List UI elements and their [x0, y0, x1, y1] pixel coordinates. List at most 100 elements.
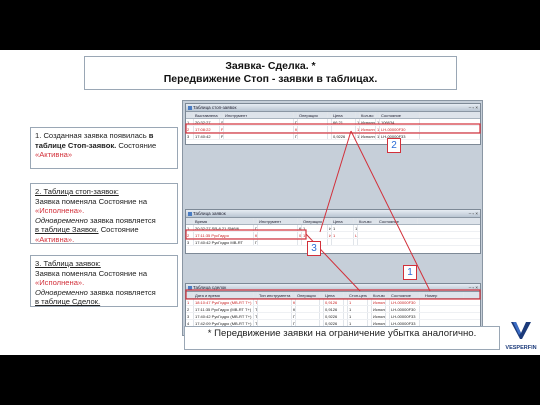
table-cell: 1 — [348, 306, 368, 312]
table-cell — [258, 225, 298, 231]
footnote: * Передвижение заявки на ограничение убы… — [184, 326, 500, 350]
table-row[interactable]: 317:40:42 РусГидро MB-RTПродажа — [186, 239, 480, 246]
stop-orders-window: Таблица стоп-заявок – ▫ × Выставлена (вр… — [185, 103, 481, 145]
column-header[interactable]: Дата и время — [194, 292, 254, 298]
column-header[interactable] — [186, 218, 194, 224]
table-row[interactable]: 217:11:35 РусГидро (MB-RT Т+)Т+ Акции и … — [186, 306, 480, 313]
column-header[interactable]: Инструмент — [224, 112, 294, 118]
note-2-heading: 2. Таблица стоп-заявок: — [35, 187, 119, 196]
column-header[interactable]: Номер — [424, 292, 464, 298]
table-cell: 3 — [186, 313, 194, 319]
trades-header: Дата и время Тип инструмента Операция Цена С… — [186, 292, 480, 299]
column-header[interactable] — [186, 112, 194, 118]
table-cell: 106634 — [355, 225, 358, 231]
table-cell: 3 — [186, 133, 194, 139]
note-2-status2: «Активна». — [35, 234, 75, 244]
logo-brand-text: VESPERFIN — [505, 345, 537, 351]
column-header[interactable]: Состояние — [390, 292, 420, 298]
note-step-1: 1. Созданная заявка появилась в таблице … — [30, 127, 178, 169]
table-cell: 1 — [332, 225, 354, 231]
stop-orders-header: Выставлена (время) Инструмент Операция Цена… — [186, 112, 480, 119]
table-cell: 2 — [186, 306, 194, 312]
table-cell: 20:32:27 — [194, 119, 220, 125]
note-3-heading: 3. Таблица заявок: — [35, 259, 101, 268]
column-header[interactable]: Время — [194, 218, 254, 224]
table-cell — [298, 119, 328, 125]
column-header[interactable]: Состояние — [380, 112, 420, 118]
note-2-status: «Исполнена». — [35, 206, 85, 216]
table-row[interactable]: 217:08:22РусГидро (MB-RT Т+ Акции и ДР)К… — [186, 126, 480, 133]
table-cell: 1 — [302, 232, 328, 238]
column-header[interactable]: Состояние — [378, 218, 418, 224]
table-cell: 0,9226 — [332, 133, 356, 139]
column-header[interactable]: Кол-во — [360, 112, 376, 118]
table-cell: 17:08:22 — [194, 126, 220, 132]
table-row[interactable]: 217:11:35 РусГидроКупля0,91261Исполнена1… — [186, 232, 480, 239]
table-cell: 106634 — [380, 119, 420, 125]
note-1-text: 1. Созданная заявка появилась — [35, 131, 149, 140]
table-cell: LH-00000F30 — [390, 299, 420, 305]
table-cell: Исполнена — [361, 133, 376, 139]
table-cell — [296, 313, 320, 319]
slide-title-line2: Передвижение Стоп - заявки в таблицах. — [163, 73, 378, 85]
table-cell: LH-00000F30 — [355, 232, 358, 238]
table-cell: 1 — [186, 299, 194, 305]
note-3-mid: заявка появляется — [87, 287, 156, 297]
table-cell: 17:40:42 РусГидро MB-RT — [194, 239, 254, 245]
note-step-3: 3. Таблица заявок: Заявка поменяла Состо… — [30, 255, 178, 307]
table-cell — [224, 126, 294, 132]
column-header[interactable]: Выставлена (время) — [194, 112, 220, 118]
note-3-underline: в таблице Сделок. — [35, 297, 101, 307]
table-cell — [296, 306, 320, 312]
table-cell — [258, 239, 298, 245]
step-badge-2: 2 — [387, 138, 401, 153]
column-header[interactable] — [186, 292, 194, 298]
note-2-mid: заявка появляется — [87, 215, 156, 225]
table-cell — [258, 299, 292, 305]
table-row[interactable]: 120:32:27SR-6.21 SM6/6 (Фьючерсы ФО)Прод… — [186, 119, 480, 126]
window-buttons-icon[interactable]: – ▫ × — [469, 211, 478, 217]
table-cell — [258, 306, 292, 312]
table-row[interactable]: 118:10:47 РусГидро (MB-RT Т+)Т+ Акции и … — [186, 299, 480, 306]
note-3-status: «Исполнена». — [35, 278, 85, 288]
table-row[interactable]: 120:32:27 SR-6.21 SM6/6Продажа66,211Испо… — [186, 225, 480, 232]
table-row[interactable]: 317:40:42РусГидро (MB-RT Т+ Акции и ДР)П… — [186, 133, 480, 140]
table-cell: 17:11:35 РусГидро — [194, 232, 254, 238]
table-cell: 1 — [186, 119, 194, 125]
table-cell: 1 — [186, 225, 194, 231]
stop-orders-titlebar[interactable]: Таблица стоп-заявок – ▫ × — [186, 104, 480, 112]
table-cell: 2 — [186, 232, 194, 238]
column-header[interactable]: Кол-во — [358, 218, 378, 224]
note-1-status: «Активна» — [35, 150, 73, 160]
column-header[interactable]: Стоп-цена — [348, 292, 368, 298]
step-badge-3: 3 — [307, 241, 321, 256]
table-cell — [224, 119, 294, 125]
window-buttons-icon[interactable]: – ▫ × — [469, 285, 478, 291]
table-cell — [354, 239, 358, 245]
table-cell: Исполнена — [373, 313, 386, 319]
column-header[interactable]: Кол-во — [372, 292, 386, 298]
trades-titlebar[interactable]: Таблица сделок – ▫ × — [186, 284, 480, 292]
column-header[interactable]: Операция — [296, 292, 320, 298]
slide-title: Заявка- Сделка. * Передвижение Стоп - за… — [84, 56, 457, 90]
table-cell: 1 — [332, 232, 354, 238]
column-header[interactable]: Тип инструмента — [258, 292, 292, 298]
table-cell: 0,9126 — [324, 306, 344, 312]
table-row[interactable]: 317:40:42 РусГидро (MB-RT Т+)Т+ Акции и … — [186, 313, 480, 320]
orders-titlebar[interactable]: Таблица заявок – ▫ × — [186, 210, 480, 218]
table-cell: 20:32:27 SR-6.21 SM6/6 — [194, 225, 254, 231]
table-cell: 3 — [186, 239, 194, 245]
table-cell — [258, 232, 298, 238]
column-header[interactable]: Операция — [298, 112, 328, 118]
column-header[interactable]: Цена — [332, 112, 356, 118]
table-cell — [224, 133, 294, 139]
orders-rows: 120:32:27 SR-6.21 SM6/6Продажа66,211Испо… — [186, 225, 480, 246]
column-header[interactable]: Цена — [324, 292, 344, 298]
table-cell: 17:40:42 РусГидро (MB-RT Т+) — [194, 313, 254, 319]
table-cell — [298, 126, 328, 132]
slide-title-line1: Заявка- Сделка. * — [225, 60, 316, 72]
column-header[interactable]: Инструмент — [258, 218, 298, 224]
column-header[interactable]: Цена — [332, 218, 354, 224]
window-buttons-icon[interactable]: – ▫ × — [469, 105, 478, 111]
column-header[interactable]: Операция — [302, 218, 328, 224]
